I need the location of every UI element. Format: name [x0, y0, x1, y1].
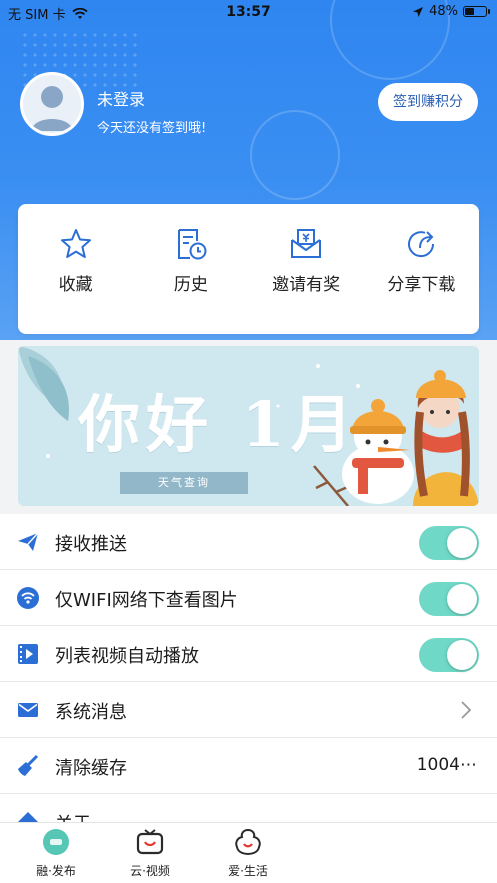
home-icon	[43, 829, 69, 855]
broom-icon	[18, 754, 39, 776]
autoplay-toggle[interactable]	[419, 638, 479, 672]
setting-label: 列表视频自动播放	[55, 646, 199, 667]
mail-icon	[18, 703, 38, 717]
tab-label: 爱·生活	[228, 864, 268, 878]
toggle-knob	[447, 528, 477, 558]
video-film-icon	[18, 644, 38, 664]
invite-envelope-icon	[291, 229, 322, 258]
cache-size: 1004⋯	[416, 755, 477, 775]
setting-label: 系统消息	[55, 702, 127, 723]
wifi-icon	[17, 587, 39, 609]
toggle-knob	[447, 584, 477, 614]
battery-level	[465, 8, 474, 15]
paper-plane-icon	[18, 532, 39, 551]
history-icon	[177, 229, 207, 260]
tab-life[interactable]: 爱·生活	[198, 827, 298, 879]
banner-title: 你好 1月	[78, 388, 359, 461]
quick-action-history[interactable]: 历史	[133, 204, 248, 334]
avatar[interactable]	[20, 72, 84, 136]
tv-icon	[136, 829, 164, 855]
quick-action-share[interactable]: 分享下载	[364, 204, 479, 334]
setting-label: 仅WIFI网络下查看图片	[55, 590, 238, 611]
weather-query-button[interactable]: 天气查询	[120, 472, 248, 494]
wifi-images-toggle[interactable]	[419, 582, 479, 616]
location-arrow-icon	[413, 6, 424, 17]
tab-label: 融·发布	[36, 864, 76, 878]
decor-ring	[250, 110, 340, 200]
toggle-knob	[447, 640, 477, 670]
weather-banner[interactable]: 你好 1月 天气查询	[18, 346, 479, 506]
battery-icon	[463, 6, 490, 17]
star-icon	[60, 229, 91, 258]
tab-video[interactable]: 云·视频	[100, 827, 200, 879]
setting-clear-cache[interactable]: 清除缓存 1004⋯	[0, 738, 497, 794]
chevron-right-icon	[461, 701, 472, 719]
share-icon	[408, 231, 435, 258]
tab-publish[interactable]: 融·发布	[6, 827, 106, 879]
quick-action-label: 分享下载	[387, 275, 456, 295]
checkin-button[interactable]: 签到赚积分	[378, 83, 478, 121]
settings-list: 接收推送 仅WIFI网络下查看图片 列表视频自动播放 系统消息 清除缓存 100…	[0, 514, 497, 824]
quick-action-label: 历史	[173, 275, 208, 295]
user-name[interactable]: 未登录	[97, 86, 145, 110]
quick-actions-card: 收藏 历史 邀请有奖 分享下载	[18, 204, 479, 334]
life-icon	[235, 828, 261, 856]
setting-system-messages[interactable]: 系统消息	[0, 682, 497, 738]
setting-label: 清除缓存	[55, 758, 127, 779]
tab-label: 云·视频	[130, 864, 170, 878]
checkin-hint: 今天还没有签到哦!	[97, 121, 207, 136]
setting-wifi-images[interactable]: 仅WIFI网络下查看图片	[0, 570, 497, 626]
setting-label: 接收推送	[55, 534, 127, 555]
battery-percent: 48%	[429, 4, 458, 19]
setting-about[interactable]: 关于	[0, 794, 497, 824]
setting-push[interactable]: 接收推送	[0, 514, 497, 570]
quick-action-label: 邀请有奖	[272, 275, 341, 295]
push-toggle[interactable]	[419, 526, 479, 560]
default-avatar-icon	[31, 86, 73, 131]
quick-action-label: 收藏	[58, 275, 93, 295]
quick-action-favorites[interactable]: 收藏	[18, 204, 133, 334]
quick-action-invite[interactable]: 邀请有奖	[249, 204, 364, 334]
bottom-tab-bar: 融·发布 云·视频 爱·生活	[0, 822, 497, 883]
status-bar: 无 SIM 卡 13:57 48%	[0, 0, 497, 26]
setting-autoplay[interactable]: 列表视频自动播放	[0, 626, 497, 682]
